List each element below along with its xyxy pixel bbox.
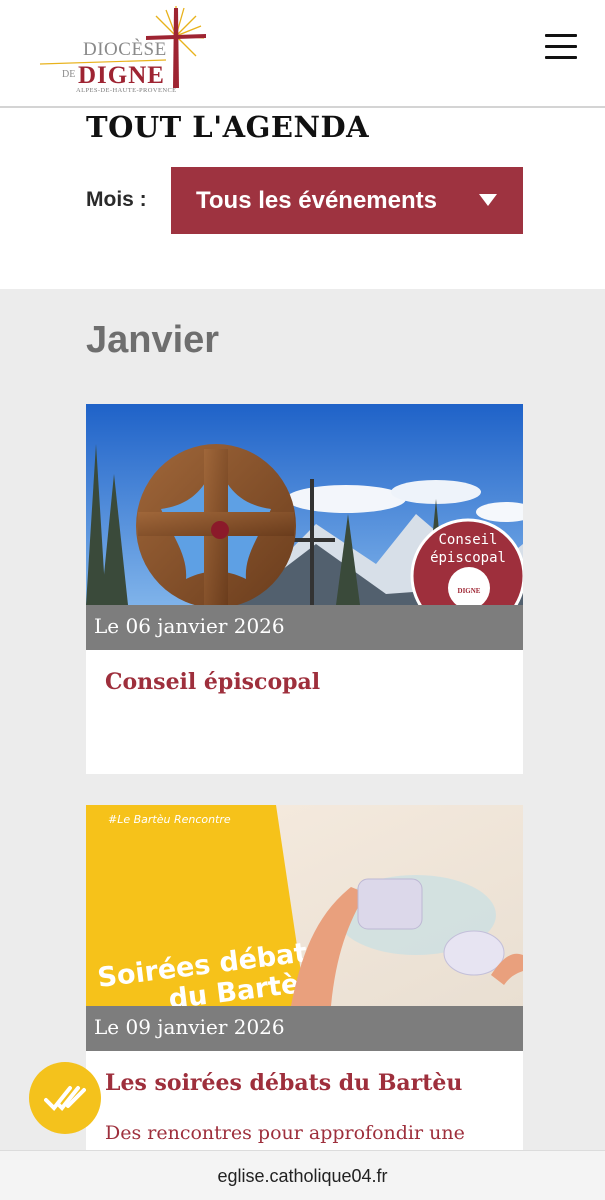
event-image-barteu: #Le Bartèu Rencontre Soirées débats du B…: [86, 805, 523, 1006]
diocese-logo[interactable]: DIOCÈSE DE DIGNE ALPES-DE-HAUTE-PROVENCE: [36, 2, 212, 102]
page-title: TOUT L'AGENDA: [86, 110, 370, 144]
logo-text-region: ALPES-DE-HAUTE-PROVENCE: [76, 87, 177, 94]
event-image-conseil: Conseil épiscopal DIGNE: [86, 404, 523, 605]
event-title[interactable]: Conseil épiscopal: [105, 669, 505, 695]
checkmarks-icon: [44, 1086, 86, 1111]
logo-text-digne: DIGNE: [78, 62, 165, 89]
browser-url-bar[interactable]: eglise.catholique04.fr: [0, 1150, 605, 1200]
image-tag-text: #Le Bartèu Rencontre: [108, 813, 231, 826]
event-description: Des rencontres pour approfondir une: [105, 1122, 465, 1144]
badge-text-line1: Conseil: [438, 532, 497, 548]
events-section: Janvier Conseil épiscopal DIGNE Le 06 ja…: [0, 289, 605, 1200]
event-date: Le 06 janvier 2026: [86, 605, 523, 650]
badge-logo-text: DIGNE: [458, 587, 481, 595]
url-text: eglise.catholique04.fr: [217, 1166, 388, 1186]
month-filter-label: Mois :: [86, 188, 147, 211]
month-filter-value: Tous les événements: [196, 187, 437, 214]
month-heading: Janvier: [86, 319, 220, 361]
month-filter-select[interactable]: Tous les événements: [171, 167, 523, 234]
floating-action-button[interactable]: [29, 1062, 101, 1134]
hamburger-menu-icon[interactable]: [545, 34, 579, 60]
event-card[interactable]: #Le Bartèu Rencontre Soirées débats du B…: [86, 805, 523, 1200]
event-title[interactable]: Les soirées débats du Bartèu: [105, 1070, 505, 1096]
event-date: Le 09 janvier 2026: [86, 1006, 523, 1051]
badge-text-line2: épiscopal: [430, 550, 506, 566]
logo-text-de: DE: [62, 69, 76, 80]
caret-down-icon: [479, 194, 497, 206]
site-header: DIOCÈSE DE DIGNE ALPES-DE-HAUTE-PROVENCE: [0, 0, 605, 108]
event-card[interactable]: Conseil épiscopal DIGNE Le 06 janvier 20…: [86, 404, 523, 774]
logo-text-diocese: DIOCÈSE: [83, 39, 167, 60]
